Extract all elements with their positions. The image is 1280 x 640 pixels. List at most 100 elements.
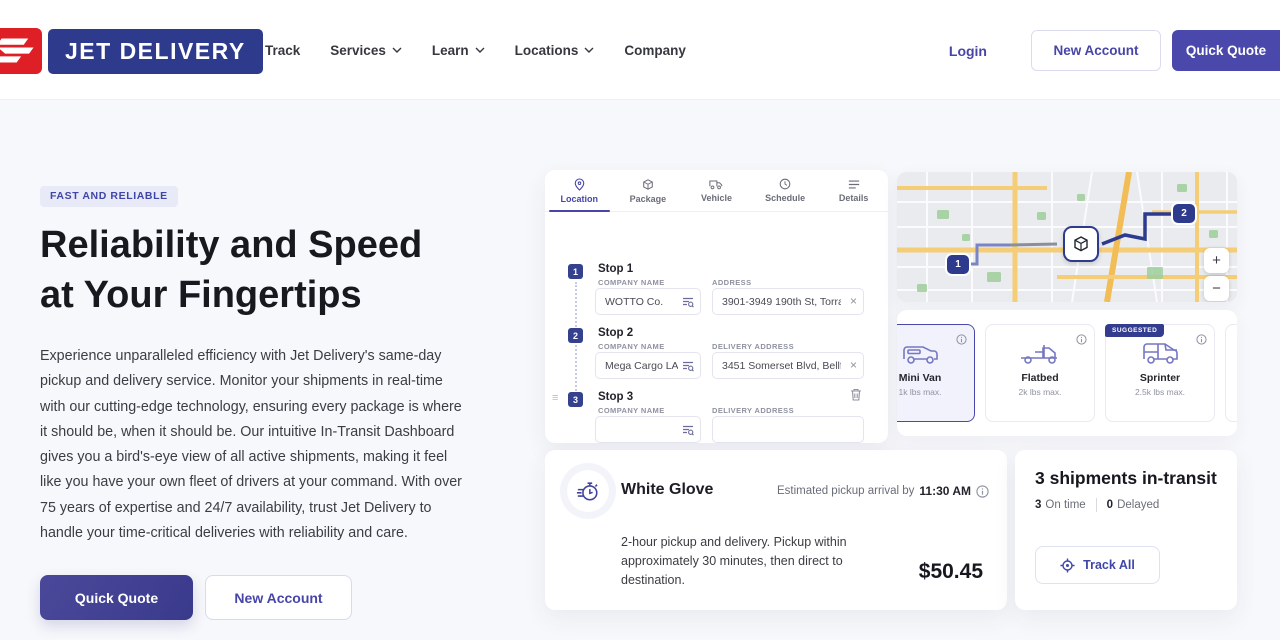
company-lookup-icon[interactable] (682, 295, 694, 313)
nav-services-label: Services (330, 43, 386, 58)
vehicle-card-partial[interactable] (1225, 324, 1237, 422)
delayed-label: Delayed (1117, 499, 1159, 511)
stop-2-title: Stop 2 (598, 327, 633, 339)
quote-form-tabs: Location Package Vehicle Schedule Detail… (545, 170, 888, 212)
nav-learn[interactable]: Learn (432, 43, 485, 58)
drag-handle-icon[interactable]: ≡ (552, 392, 557, 404)
delete-stop-icon[interactable] (850, 388, 862, 406)
shipments-in-transit-card: 3 shipments in-transit 3 On time 0 Delay… (1015, 450, 1237, 610)
tab-package[interactable]: Package (614, 170, 683, 211)
stop-3-address-input[interactable] (712, 416, 864, 443)
info-icon[interactable] (956, 332, 967, 350)
vehicle-card-sprinter[interactable]: SUGGESTED Sprinter 2.5k lbs max. (1105, 324, 1215, 422)
info-icon[interactable] (1196, 332, 1207, 350)
nav-company[interactable]: Company (624, 43, 686, 58)
chevron-down-icon (584, 47, 594, 53)
stop-2-company-label: COMPANY NAME (598, 342, 665, 351)
tab-details-label: Details (839, 193, 869, 203)
stop-1-title: Stop 1 (598, 263, 633, 275)
eta-prefix: Estimated pickup arrival by (777, 485, 914, 497)
vehicle-name: Sprinter (1140, 372, 1180, 384)
logo-wordmark[interactable]: JET DELIVERY (48, 29, 263, 74)
tab-package-label: Package (630, 194, 667, 204)
jet-delivery-logo-icon[interactable] (0, 28, 42, 74)
page-title-line1: Reliability and Speed (40, 220, 480, 270)
tab-location-label: Location (561, 194, 599, 204)
info-icon[interactable] (1076, 332, 1087, 350)
service-name: White Glove (621, 481, 713, 499)
truck-icon (709, 179, 723, 190)
on-time-label: On time (1045, 499, 1085, 511)
page-title-line2: at Your Fingertips (40, 270, 480, 320)
stop-3-title: Stop 3 (598, 391, 633, 403)
clock-icon (779, 178, 791, 190)
mini-van-icon (900, 340, 940, 368)
stop-2-badge: 2 (568, 328, 583, 343)
hero-badge: FAST AND RELIABLE (40, 186, 178, 207)
vehicle-capacity: 1k lbs max. (899, 387, 942, 397)
stop-1-address-field: × (712, 288, 864, 315)
service-description: 2-hour pickup and delivery. Pickup withi… (621, 533, 871, 590)
info-icon[interactable] (976, 485, 989, 498)
hero-cta-group: Quick Quote New Account (40, 575, 352, 620)
vehicle-card-flatbed[interactable]: Flatbed 2k lbs max. (985, 324, 1095, 422)
service-price: $50.45 (919, 560, 983, 584)
map-zoom-in-button[interactable]: + (1204, 248, 1229, 273)
package-location-pin[interactable] (1063, 226, 1099, 262)
clear-address-icon[interactable]: × (850, 357, 857, 373)
stop-3-company-field (595, 416, 701, 443)
track-all-button[interactable]: Track All (1035, 546, 1160, 584)
header-actions: Login New Account Quick Quote (949, 30, 1280, 71)
nav-services[interactable]: Services (330, 43, 402, 58)
main-nav: Track Services Learn Locations Company (265, 0, 686, 100)
service-icon-circle (567, 470, 609, 512)
suggested-badge: SUGGESTED (1105, 324, 1164, 337)
tab-schedule[interactable]: Schedule (751, 170, 820, 211)
tab-vehicle[interactable]: Vehicle (682, 170, 751, 211)
nav-company-label: Company (624, 43, 686, 58)
quote-form-card: Location Package Vehicle Schedule Detail… (545, 170, 888, 443)
stop-1-company-field (595, 288, 701, 315)
eta-time: 11:30 AM (919, 484, 971, 498)
tab-details[interactable]: Details (819, 170, 888, 211)
vehicle-selector-panel: Mini Van 1k lbs max. Flatbed 2k lbs max.… (897, 310, 1237, 436)
stops-section: 1 Stop 1 COMPANY NAME ADDRESS × 2 Stop 2… (545, 212, 888, 443)
map-marker-2[interactable]: 2 (1173, 204, 1195, 223)
vehicle-capacity: 2.5k lbs max. (1135, 387, 1185, 397)
tab-schedule-label: Schedule (765, 193, 805, 203)
nav-locations[interactable]: Locations (515, 43, 595, 58)
clear-address-icon[interactable]: × (850, 293, 857, 309)
route-map[interactable]: 1 2 + − (897, 172, 1237, 302)
shipments-title: 3 shipments in-transit (1035, 468, 1217, 489)
quick-quote-button[interactable]: Quick Quote (1172, 30, 1280, 71)
stop-2-address-input[interactable] (712, 352, 864, 379)
stop-2-company-field (595, 352, 701, 379)
company-lookup-icon[interactable] (682, 423, 694, 441)
delayed-count: 0 (1107, 499, 1113, 511)
tab-location[interactable]: Location (545, 170, 614, 211)
stats-divider (1096, 498, 1097, 512)
hero-new-account-button[interactable]: New Account (205, 575, 352, 620)
company-lookup-icon[interactable] (682, 359, 694, 377)
nav-track[interactable]: Track (265, 43, 300, 58)
nav-track-label: Track (265, 43, 300, 58)
sprinter-van-icon (1140, 340, 1180, 368)
service-eta: Estimated pickup arrival by 11:30 AM (777, 484, 989, 498)
stopwatch-icon (576, 479, 600, 503)
nav-learn-label: Learn (432, 43, 469, 58)
nav-locations-label: Locations (515, 43, 579, 58)
service-option-card[interactable]: White Glove Estimated pickup arrival by … (545, 450, 1007, 610)
map-marker-1[interactable]: 1 (947, 255, 969, 274)
vehicle-card-mini-van[interactable]: Mini Van 1k lbs max. (897, 324, 975, 422)
vehicle-card-row: Mini Van 1k lbs max. Flatbed 2k lbs max.… (897, 324, 1237, 422)
hero-quick-quote-button[interactable]: Quick Quote (40, 575, 193, 620)
stop-2-address-label: DELIVERY ADDRESS (712, 342, 794, 351)
track-all-label: Track All (1083, 558, 1135, 572)
flatbed-truck-icon (1019, 340, 1061, 368)
stop-3-address-label: DELIVERY ADDRESS (712, 406, 794, 415)
new-account-button[interactable]: New Account (1031, 30, 1161, 71)
login-link[interactable]: Login (949, 43, 987, 59)
map-zoom-out-button[interactable]: − (1204, 276, 1229, 301)
stop-1-address-input[interactable] (712, 288, 864, 315)
stop-3-company-label: COMPANY NAME (598, 406, 665, 415)
